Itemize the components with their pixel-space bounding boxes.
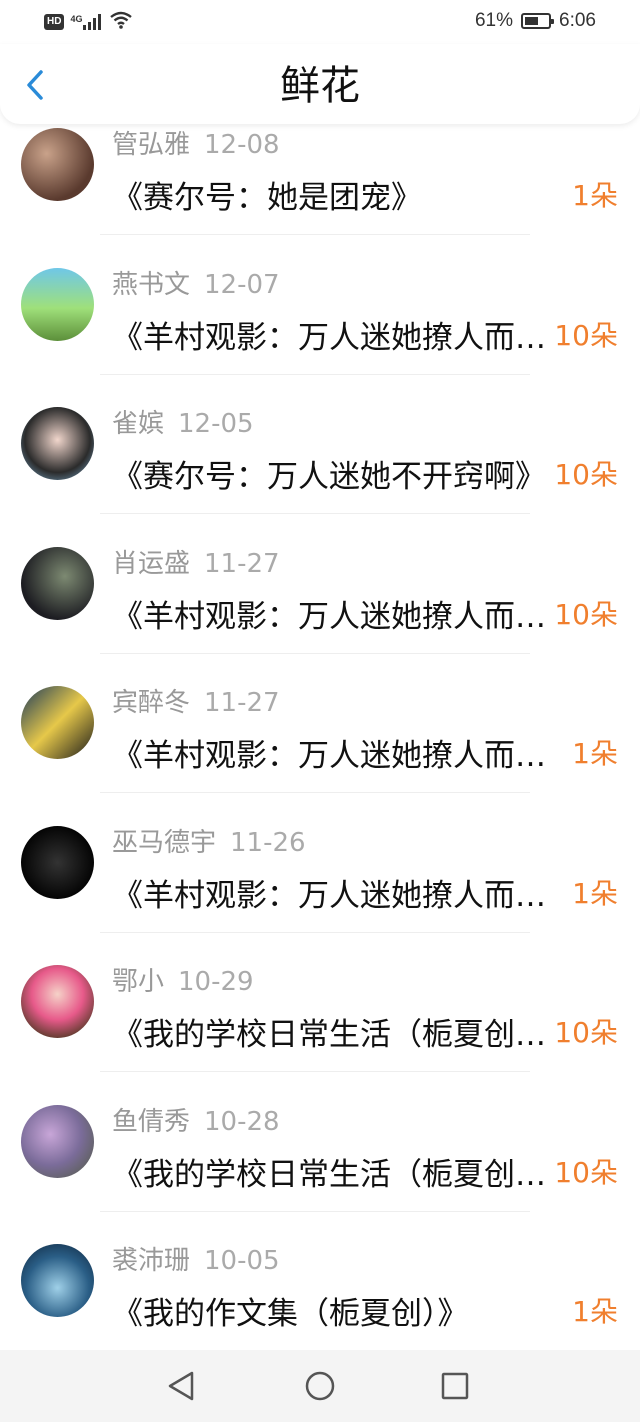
battery-percent: 61%	[474, 10, 514, 31]
avatar[interactable]	[21, 546, 94, 620]
avatar[interactable]	[21, 825, 94, 899]
giver-meta: 宾醉冬 11-27	[112, 682, 280, 719]
avatar[interactable]	[21, 1244, 94, 1317]
giver-meta: 鱼倩秀 10-28	[112, 1101, 280, 1138]
giver-name: 鄂小	[112, 967, 165, 997]
gift-date: 10-28	[204, 1106, 280, 1137]
giver-meta: 雀嫔 12-05	[112, 403, 254, 440]
nav-back-button[interactable]	[164, 1368, 200, 1404]
flower-count: 10朵	[554, 318, 618, 352]
system-nav-bar	[0, 1350, 640, 1422]
book-title[interactable]: 《羊村观影：万人迷她撩人而不自知》	[112, 591, 552, 636]
square-recents-icon	[441, 1372, 469, 1400]
giver-name: 鱼倩秀	[112, 1106, 191, 1137]
gift-date: 12-07	[204, 269, 280, 300]
avatar[interactable]	[21, 965, 94, 1038]
list-item[interactable]: 燕书文 12-07 《羊村观影：万人迷她撩人而不自知》10朵	[0, 252, 640, 391]
giver-name: 宾醉冬	[112, 688, 191, 718]
gift-date: 10-29	[178, 967, 254, 997]
gift-date: 11-26	[230, 827, 306, 858]
avatar[interactable]	[21, 1104, 94, 1178]
list-item[interactable]: 雀嫔 12-05 《赛尔号：万人迷她不开窍啊》 10朵	[0, 391, 640, 530]
flower-count: 1朵	[572, 1295, 618, 1328]
gift-date: 11-27	[204, 688, 280, 718]
giver-meta: 肖运盛 11-27	[112, 543, 280, 580]
avatar[interactable]	[21, 128, 94, 201]
book-title[interactable]: 《赛尔号：万人迷她不开窍啊》	[112, 451, 552, 496]
divider	[100, 652, 530, 654]
nav-home-button[interactable]	[302, 1368, 338, 1404]
flower-count: 1朵	[572, 179, 618, 212]
clock: 6:06	[559, 10, 596, 31]
flower-list[interactable]: 管弘雅 12-08 《赛尔号：她是团宠》 1朵 燕书文 12-07 《羊村观影：万人迷她撩人…	[0, 124, 640, 1350]
flower-count: 1朵	[572, 876, 618, 910]
book-title[interactable]: 《羊村观影：万人迷她撩人而不自知》	[112, 730, 552, 775]
status-right: 61% 6:06	[475, 10, 596, 32]
giver-meta: 裘沛珊 10-05	[112, 1240, 280, 1277]
giver-name: 燕书文	[112, 269, 191, 300]
flower-count: 10朵	[554, 597, 618, 631]
circle-home-icon	[305, 1371, 335, 1401]
gift-date: 12-08	[204, 130, 280, 160]
avatar[interactable]	[21, 686, 94, 759]
divider	[100, 1210, 530, 1212]
giver-meta: 鄂小 10-29	[112, 961, 254, 998]
wifi-icon	[109, 11, 133, 33]
divider	[100, 792, 530, 793]
divider	[100, 513, 530, 514]
book-title[interactable]: 《我的作文集（栀夏创）》	[112, 1288, 552, 1333]
triangle-back-icon	[168, 1371, 194, 1401]
flower-count: 10朵	[554, 458, 618, 491]
book-title[interactable]: 《我的学校日常生活（栀夏创）》	[112, 1149, 552, 1194]
divider	[100, 373, 530, 375]
giver-name: 雀嫔	[112, 409, 165, 439]
signal-icon: 4G	[70, 14, 103, 30]
book-title[interactable]: 《赛尔号：她是团宠》	[112, 172, 552, 217]
list-item[interactable]: 肖运盛 11-27 《羊村观影：万人迷她撩人而不自知》10朵	[0, 531, 640, 670]
avatar[interactable]	[21, 267, 94, 341]
flower-count: 10朵	[554, 1016, 618, 1049]
list-item[interactable]: 宾醉冬 11-27 《羊村观影：万人迷她撩人而不自知》 1朵	[0, 670, 640, 809]
list-item[interactable]: 鄂小 10-29 《我的学校日常生活（栀夏创）》 10朵	[0, 949, 640, 1088]
divider	[100, 234, 530, 235]
list-item[interactable]: 巫马德宇 11-26 《羊村观影：万人迷她撩人而不自知》 1朵	[0, 810, 640, 949]
flower-count: 10朵	[554, 1155, 618, 1189]
giver-meta: 管弘雅 12-08	[112, 124, 280, 161]
giver-name: 巫马德宇	[112, 827, 217, 858]
giver-meta: 燕书文 12-07	[112, 264, 280, 301]
app-header: 鲜花	[0, 44, 640, 124]
network-type: 4G	[70, 14, 83, 24]
page-title: 鲜花	[280, 63, 360, 109]
divider	[100, 1071, 530, 1072]
nav-recents-button[interactable]	[437, 1368, 473, 1404]
gift-date: 10-05	[204, 1246, 280, 1276]
list-item[interactable]: 管弘雅 12-08 《赛尔号：她是团宠》 1朵	[0, 124, 640, 251]
hd-badge: HD	[44, 14, 65, 30]
book-title[interactable]: 《羊村观影：万人迷她撩人而不自知》	[112, 870, 552, 915]
giver-name: 裘沛珊	[112, 1246, 191, 1276]
giver-meta: 巫马德宇 11-26	[112, 822, 306, 859]
book-title[interactable]: 《我的学校日常生活（栀夏创）》	[112, 1009, 552, 1054]
list-item[interactable]: 鱼倩秀 10-28 《我的学校日常生活（栀夏创）》 10朵	[0, 1089, 640, 1228]
list-item[interactable]: 裘沛珊 10-05 《我的作文集（栀夏创）》 1朵	[0, 1228, 640, 1350]
status-left: HD 4G	[44, 11, 133, 33]
battery-fill	[525, 17, 539, 25]
giver-name: 管弘雅	[112, 130, 191, 160]
book-title[interactable]: 《羊村观影：万人迷她撩人而不自知》	[112, 312, 552, 357]
gift-date: 12-05	[178, 409, 254, 439]
battery-icon	[521, 13, 555, 29]
divider	[100, 931, 530, 933]
gift-date: 11-27	[204, 548, 280, 579]
giver-name: 肖运盛	[112, 548, 191, 579]
status-bar: HD 4G 61% 6:06	[0, 0, 640, 44]
avatar[interactable]	[21, 407, 94, 480]
flower-count: 1朵	[572, 737, 618, 770]
